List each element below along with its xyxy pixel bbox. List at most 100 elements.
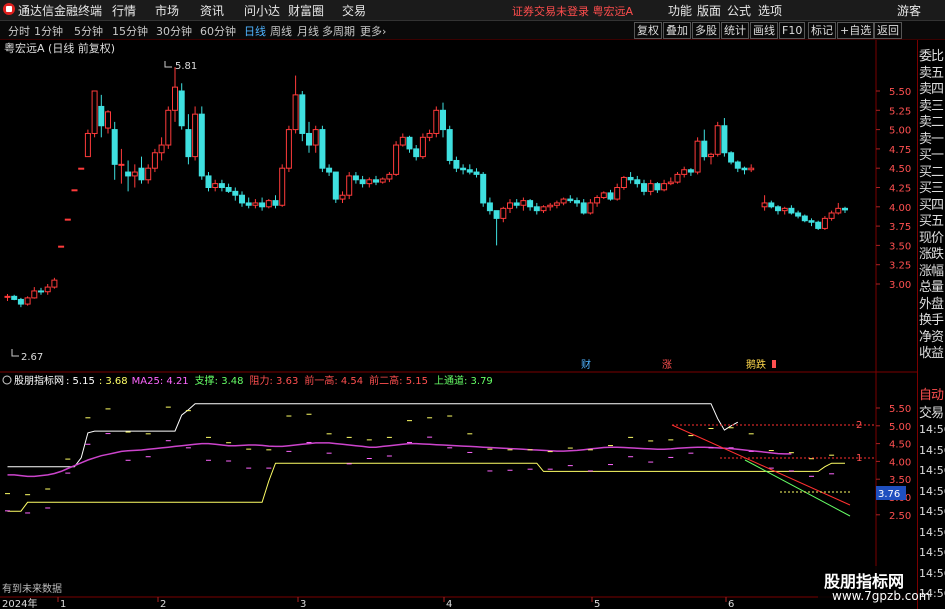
- candle[interactable]: [480, 172, 487, 207]
- candle[interactable]: [641, 179, 647, 196]
- candle[interactable]: [145, 164, 152, 184]
- candle[interactable]: [614, 183, 621, 201]
- candle[interactable]: [835, 202, 842, 215]
- menu-ask-xiaoda[interactable]: 财富圈: [288, 2, 324, 19]
- candle[interactable]: [225, 183, 232, 193]
- candle[interactable]: [158, 137, 165, 161]
- candle[interactable]: [218, 179, 225, 192]
- candle[interactable]: [687, 168, 694, 176]
- adjust-button[interactable]: 复权: [634, 22, 662, 39]
- candle[interactable]: [821, 216, 828, 230]
- menu-function[interactable]: 功能: [668, 2, 692, 19]
- candle[interactable]: [594, 195, 601, 207]
- candle[interactable]: [527, 199, 534, 211]
- candle[interactable]: [91, 90, 98, 138]
- menu-options[interactable]: 选项: [758, 2, 782, 19]
- trade-login-alert[interactable]: 证券交易未登录 粤宏远A: [512, 3, 633, 19]
- period-weekly[interactable]: 周线: [270, 23, 292, 39]
- multi-stock-button[interactable]: 多股: [692, 22, 720, 39]
- candle[interactable]: [775, 205, 781, 215]
- menu-layout[interactable]: 版面: [697, 2, 721, 19]
- candle[interactable]: [252, 199, 259, 209]
- candle[interactable]: [4, 294, 11, 301]
- menu-formula[interactable]: 公式: [727, 2, 751, 19]
- candle[interactable]: [332, 171, 339, 203]
- candle[interactable]: [708, 152, 714, 165]
- candle[interactable]: [466, 164, 473, 175]
- candle[interactable]: [105, 110, 111, 134]
- candle[interactable]: [440, 102, 446, 138]
- candle[interactable]: [78, 167, 85, 170]
- candle[interactable]: [98, 94, 105, 138]
- candle[interactable]: [339, 191, 346, 203]
- candle[interactable]: [553, 200, 560, 209]
- candle[interactable]: [386, 172, 393, 183]
- event-marker-finance[interactable]: 财: [581, 358, 591, 371]
- candlestick-series[interactable]: [4, 67, 848, 308]
- candle[interactable]: [486, 197, 493, 215]
- period-60min[interactable]: 60分钟: [200, 23, 236, 39]
- add-watchlist-button[interactable]: +自选: [837, 22, 875, 39]
- candle[interactable]: [801, 214, 808, 223]
- mark-button[interactable]: 标记: [808, 22, 836, 39]
- candle[interactable]: [674, 172, 681, 184]
- candle[interactable]: [741, 166, 748, 175]
- period-multi[interactable]: 多周期: [322, 23, 355, 39]
- period-1min[interactable]: 1分钟: [34, 23, 63, 39]
- settings-circle-icon[interactable]: [2, 375, 12, 385]
- candle[interactable]: [352, 172, 359, 184]
- candle[interactable]: [346, 172, 353, 200]
- candle[interactable]: [312, 125, 319, 153]
- chart-area[interactable]: 粤宏远A (日线 前复权) 5.50 5.25 5.00 4.75 4.50 4.25 4.…: [0, 40, 917, 609]
- candle[interactable]: [580, 199, 587, 215]
- period-monthly[interactable]: 月线: [297, 23, 319, 39]
- candle[interactable]: [198, 106, 205, 180]
- menu-news[interactable]: 资讯: [200, 2, 224, 19]
- candle[interactable]: [125, 160, 132, 192]
- menu-view[interactable]: 问小达: [244, 2, 280, 19]
- candle[interactable]: [192, 106, 199, 161]
- candle[interactable]: [460, 164, 467, 175]
- period-daily[interactable]: 日线: [244, 23, 266, 39]
- auto-button[interactable]: 自动: [919, 384, 945, 403]
- candle[interactable]: [768, 200, 775, 209]
- candle[interactable]: [842, 206, 848, 213]
- candle[interactable]: [393, 141, 400, 176]
- candle[interactable]: [808, 218, 815, 227]
- candle[interactable]: [567, 195, 574, 203]
- candle[interactable]: [239, 191, 245, 207]
- candle[interactable]: [359, 175, 366, 188]
- candle[interactable]: [319, 125, 326, 173]
- trade-label[interactable]: 交易: [919, 402, 945, 421]
- candle[interactable]: [728, 151, 735, 165]
- candle[interactable]: [151, 148, 158, 173]
- candle[interactable]: [560, 197, 567, 206]
- candle[interactable]: [279, 164, 286, 207]
- candle[interactable]: [299, 91, 306, 142]
- candle[interactable]: [38, 287, 44, 295]
- candle[interactable]: [513, 199, 520, 209]
- candle[interactable]: [453, 156, 460, 173]
- event-marker-goose[interactable]: 鹅跌: [746, 358, 766, 371]
- candle[interactable]: [373, 175, 379, 186]
- candle[interactable]: [111, 121, 118, 180]
- period-5min[interactable]: 5分钟: [74, 23, 103, 39]
- indicator-lines[interactable]: [7, 403, 846, 512]
- candle[interactable]: [172, 67, 178, 122]
- candle[interactable]: [326, 164, 333, 176]
- back-button[interactable]: 返回: [874, 22, 902, 39]
- candle[interactable]: [721, 118, 728, 157]
- candle[interactable]: [265, 199, 272, 209]
- candle[interactable]: [620, 175, 627, 190]
- candle[interactable]: [681, 166, 688, 178]
- candle[interactable]: [138, 156, 145, 184]
- candle[interactable]: [406, 135, 413, 153]
- candle[interactable]: [58, 245, 65, 248]
- guest-user[interactable]: 游客: [897, 2, 921, 19]
- candle[interactable]: [84, 129, 91, 158]
- period-more[interactable]: 更多›: [360, 23, 386, 39]
- candle[interactable]: [212, 179, 219, 192]
- candle[interactable]: [748, 164, 755, 173]
- candle[interactable]: [292, 75, 299, 134]
- candle[interactable]: [419, 133, 426, 159]
